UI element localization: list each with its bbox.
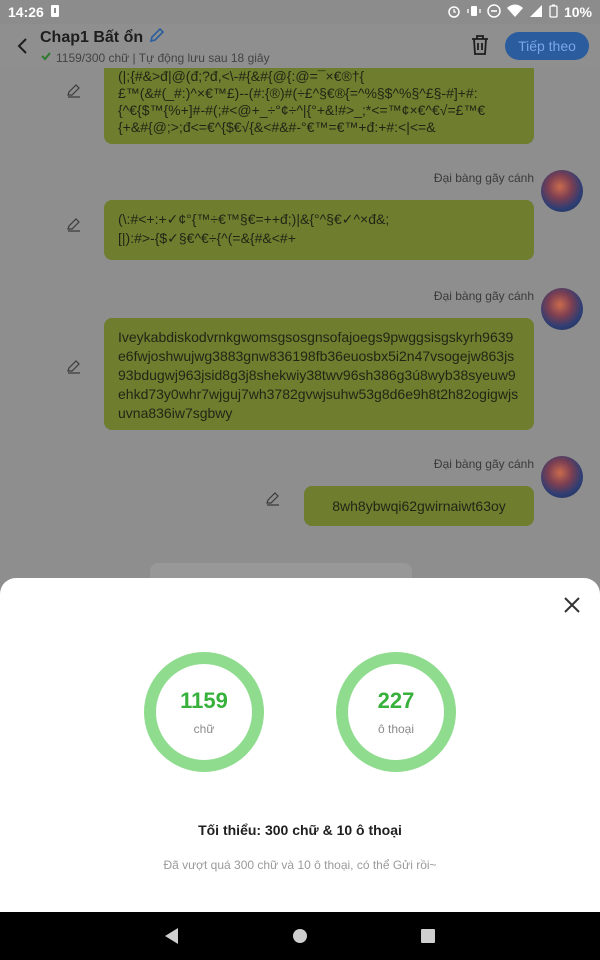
recents-square-icon[interactable] — [398, 912, 458, 960]
wifi-icon — [506, 4, 523, 21]
word-count-label: chữ — [193, 722, 215, 736]
chapter-title[interactable]: Chap1 Bất ổn — [40, 29, 143, 47]
battery-icon — [549, 4, 558, 21]
edit-pencil-icon[interactable] — [265, 490, 281, 506]
message-author: Đại bàng gãy cánh — [433, 171, 534, 185]
word-count-value: 1159 — [180, 688, 228, 713]
message-author: Đại bàng gãy cánh — [433, 457, 534, 471]
alarm-icon — [447, 4, 461, 21]
message-bubble[interactable]: Iveykabdiskodvrnkgwomsgsosgnsofajoegs9pw… — [104, 318, 534, 430]
minimum-requirement: Tối thiểu: 300 chữ & 10 ô thoại — [198, 822, 402, 838]
stats-bottom-sheet: 1159 chữ 227 ô thoại Tối thiểu: 300 chữ … — [0, 578, 600, 912]
avatar[interactable] — [541, 288, 583, 330]
back-arrow-icon[interactable] — [4, 24, 40, 68]
dialog-count-label: ô thoại — [377, 722, 415, 736]
avatar[interactable] — [541, 170, 583, 212]
check-icon — [40, 50, 52, 65]
message-bubble[interactable]: (|;{#&>đ|@(đ;?đ,<\-#{&#{@{:@=¯×€®†{ £™(&… — [104, 62, 534, 144]
dialog-count-ring: 227 ô thoại — [336, 652, 456, 772]
edit-pencil-icon[interactable] — [66, 82, 82, 98]
signal-icon — [529, 4, 543, 21]
word-count-ring: 1159 chữ — [144, 652, 264, 772]
message-bubble[interactable]: (\:#<+:+✓¢°{™÷€™§€=++đ;)|&{°^§€✓^×đ&; [|… — [104, 200, 534, 260]
edit-title-icon[interactable] — [149, 27, 165, 48]
autosave-status: 1159/300 chữ | Tự động lưu sau 18 giây — [56, 50, 270, 65]
app-bar: Chap1 Bất ổn 1159/300 chữ | Tự động lưu … — [0, 24, 600, 68]
header-titles: Chap1 Bất ổn 1159/300 chữ | Tự động lưu … — [40, 27, 270, 65]
requirement-note: Đã vượt quá 300 chữ và 10 ô thoại, có th… — [163, 858, 437, 872]
trash-icon[interactable] — [470, 34, 492, 58]
message-author: Đại bàng gãy cánh — [433, 289, 534, 303]
edit-pencil-icon[interactable] — [66, 358, 82, 374]
next-button[interactable]: Tiếp theo — [505, 32, 589, 60]
navigation-bar — [0, 912, 600, 960]
status-bar: 14:26 10% — [0, 0, 600, 24]
dnd-icon — [487, 3, 501, 21]
home-circle-icon[interactable] — [270, 912, 330, 960]
avatar[interactable] — [541, 456, 583, 498]
status-time: 14:26 — [8, 4, 44, 20]
message-bubble[interactable]: 8wh8ybwqi62gwirnaiwt63oy — [304, 486, 534, 526]
battery-percent: 10% — [563, 4, 592, 20]
edit-pencil-icon[interactable] — [66, 216, 82, 232]
back-triangle-icon[interactable] — [142, 912, 202, 960]
dialog-count-value: 227 — [377, 688, 415, 713]
screen: (|;{#&>đ|@(đ;?đ,<\-#{&#{@{:@=¯×€®†{ £™(&… — [0, 0, 600, 960]
notification-icon — [50, 4, 60, 21]
close-icon[interactable] — [562, 595, 582, 615]
vibrate-icon — [467, 4, 481, 21]
